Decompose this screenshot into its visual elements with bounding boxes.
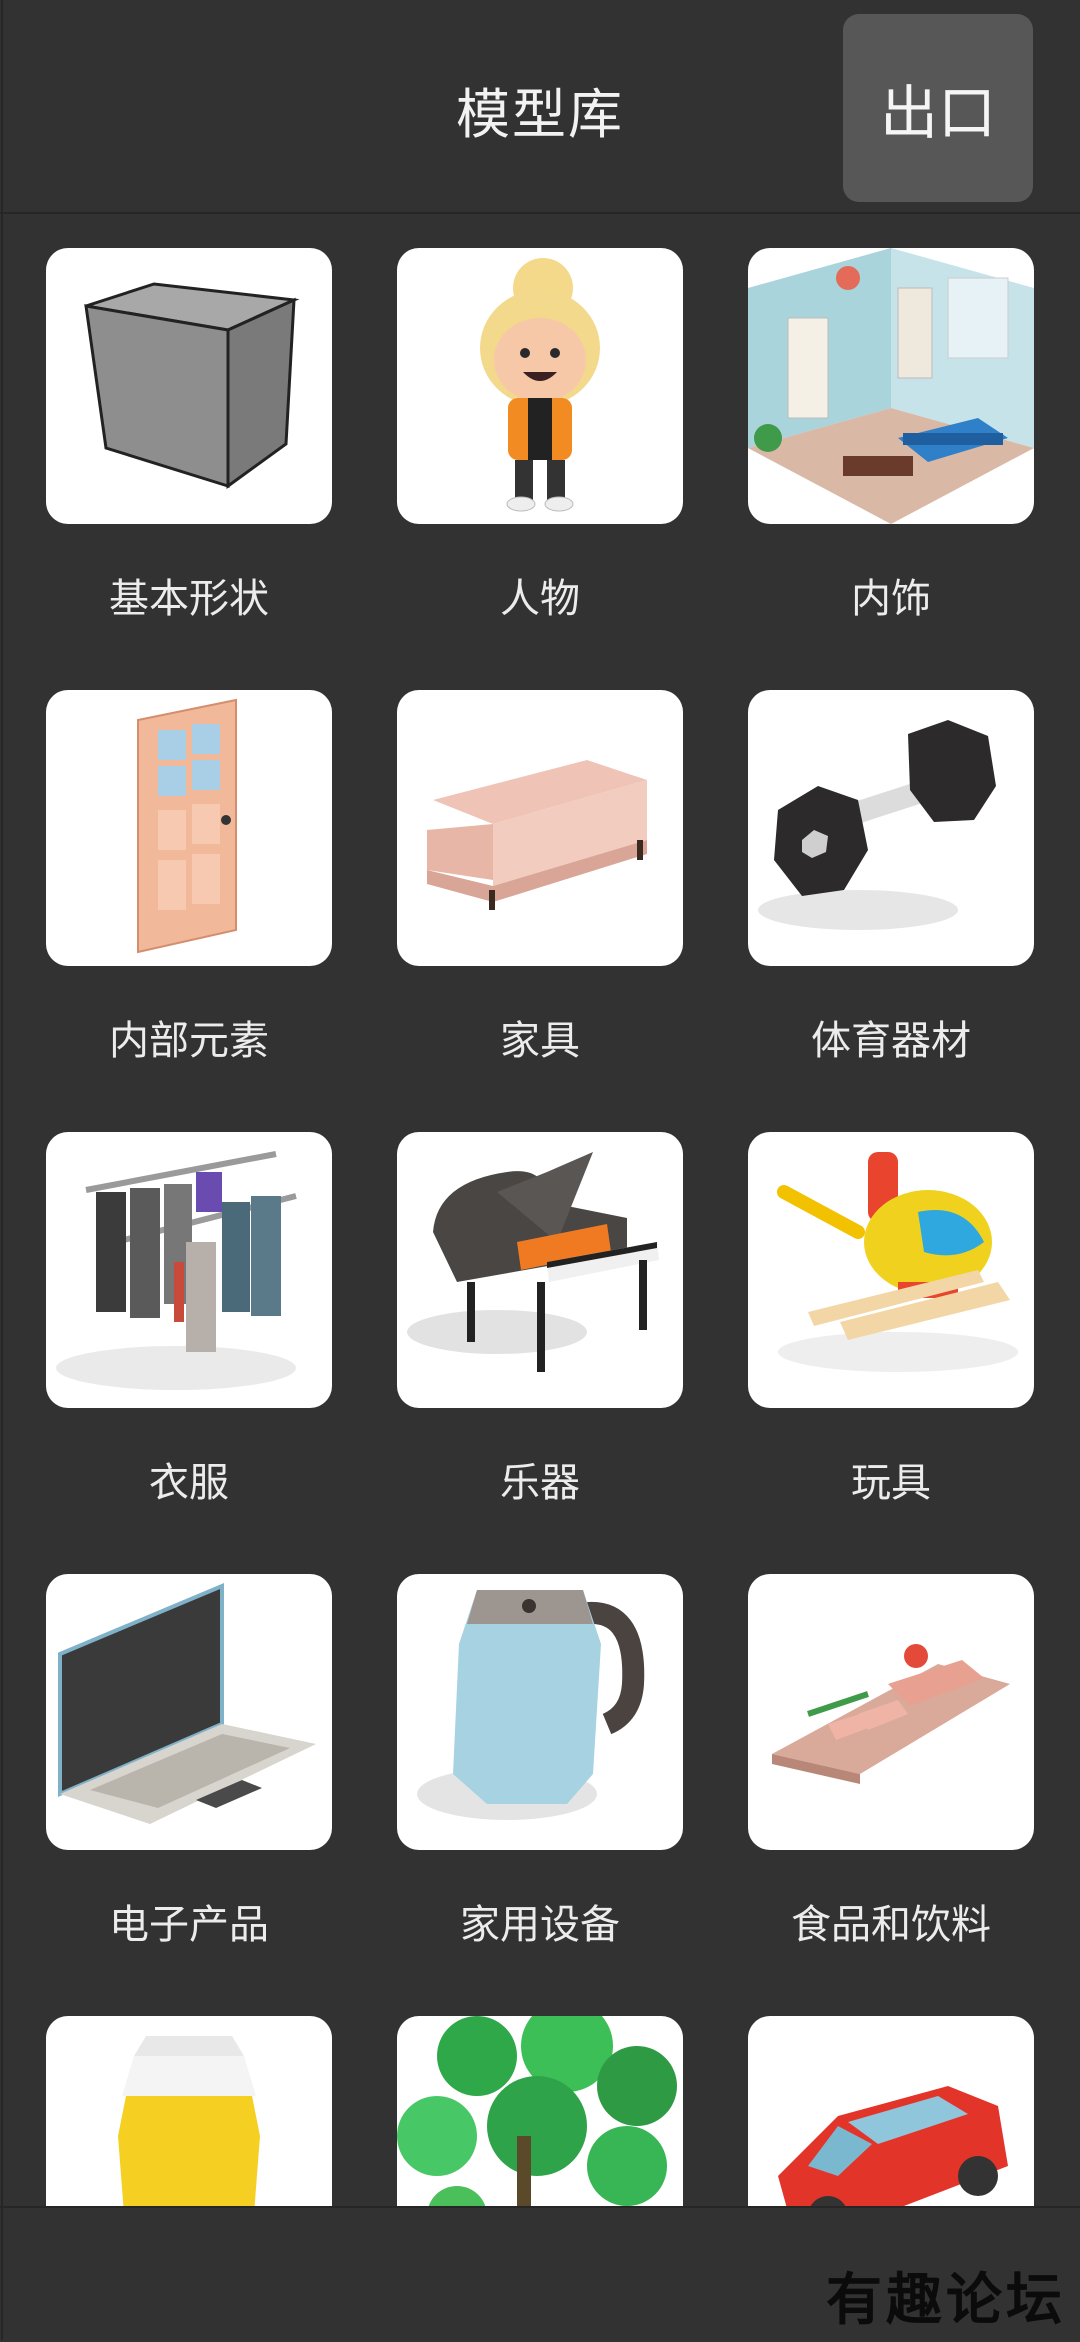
category-label: 人物 [500, 576, 580, 622]
category-drinks-partial[interactable] [46, 2016, 332, 2214]
category-furniture[interactable]: 家具 [397, 690, 683, 1064]
category-label: 电子产品 [109, 1902, 269, 1948]
category-interior-elements[interactable]: 内部元素 [46, 690, 332, 1064]
bottom-bar: 有趣论坛 [0, 2206, 1080, 2342]
kettle-icon[interactable] [397, 1574, 683, 1850]
toy-helicopter-icon[interactable] [748, 1132, 1034, 1408]
exit-button[interactable]: 出口 [843, 14, 1033, 202]
food-board-icon[interactable] [748, 1574, 1034, 1850]
top-bar: 模型库 出口 [0, 0, 1080, 214]
category-vehicles-partial[interactable] [748, 2016, 1034, 2214]
character-icon[interactable] [397, 248, 683, 524]
category-label: 食品和饮料 [791, 1902, 991, 1948]
watermark-text: 有趣论坛 [826, 2267, 1066, 2333]
piano-icon[interactable] [397, 1132, 683, 1408]
category-basic-shapes[interactable]: 基本形状 [46, 248, 332, 622]
category-plants-partial[interactable] [397, 2016, 683, 2214]
clothes-rack-icon[interactable] [46, 1132, 332, 1408]
laptop-icon[interactable] [46, 1574, 332, 1850]
door-icon[interactable] [46, 690, 332, 966]
category-label: 家具 [500, 1018, 580, 1064]
category-label: 衣服 [149, 1460, 229, 1506]
category-instruments[interactable]: 乐器 [397, 1132, 683, 1506]
model-grid: 基本形状 人物 内饰 内部元素 家具 体育器材 衣服 乐器 玩具 电子产品 家用… [0, 214, 1080, 2214]
car-icon[interactable] [748, 2016, 1034, 2214]
beer-glass-icon[interactable] [46, 2016, 332, 2214]
room-interior-icon[interactable] [748, 248, 1034, 524]
category-interior[interactable]: 内饰 [748, 248, 1034, 622]
category-clothes[interactable]: 衣服 [46, 1132, 332, 1506]
category-characters[interactable]: 人物 [397, 248, 683, 622]
category-label: 体育器材 [811, 1018, 971, 1064]
cube-icon[interactable] [46, 248, 332, 524]
dumbbell-icon[interactable] [748, 690, 1034, 966]
sofa-icon[interactable] [397, 690, 683, 966]
category-label: 玩具 [851, 1460, 931, 1506]
category-label: 内部元素 [109, 1018, 269, 1064]
category-label: 基本形状 [109, 576, 269, 622]
category-food-and-drinks[interactable]: 食品和饮料 [748, 1574, 1034, 1948]
category-label: 内饰 [851, 576, 931, 622]
category-electronics[interactable]: 电子产品 [46, 1574, 332, 1948]
plants-icon[interactable] [397, 2016, 683, 2214]
category-label: 家用设备 [460, 1902, 620, 1948]
category-home-appliances[interactable]: 家用设备 [397, 1574, 683, 1948]
category-sports-equipment[interactable]: 体育器材 [748, 690, 1034, 1064]
category-toys[interactable]: 玩具 [748, 1132, 1034, 1506]
left-border-line [1, 0, 3, 2340]
category-label: 乐器 [500, 1460, 580, 1506]
